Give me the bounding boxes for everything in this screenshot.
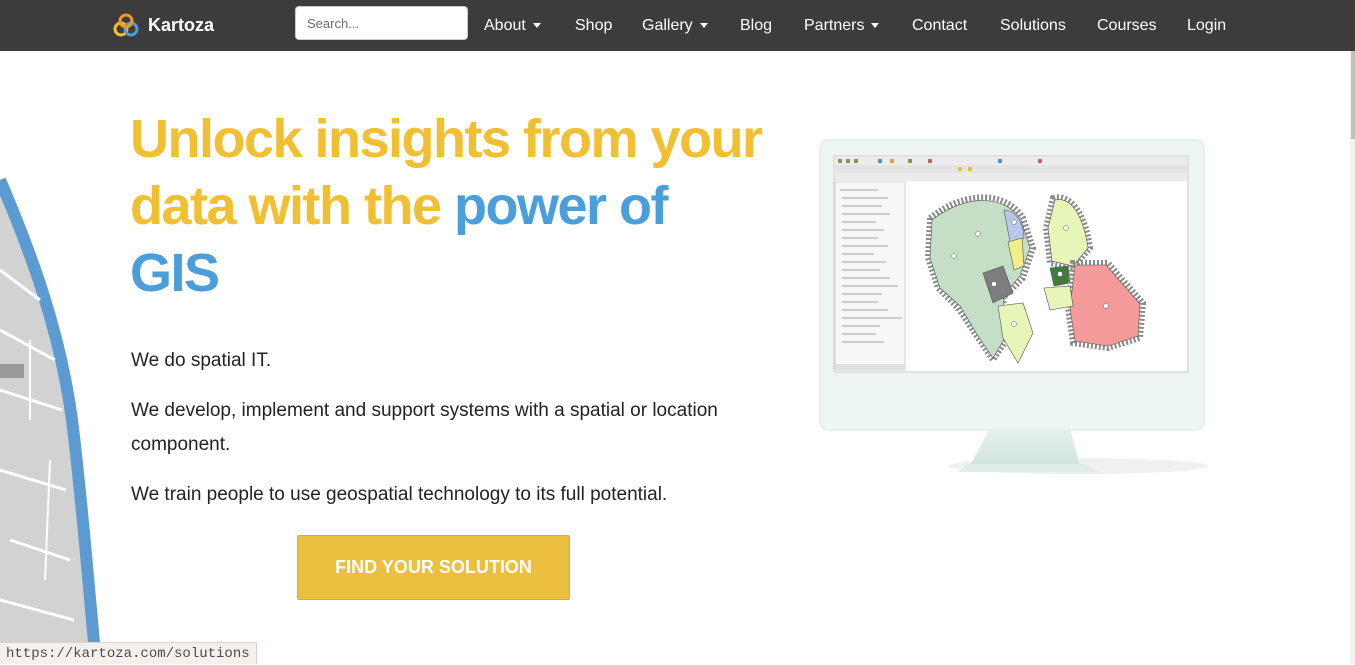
- headline-line-2-yellow: data with the: [130, 176, 455, 236]
- nav-contact-label: Contact: [912, 16, 968, 34]
- hero-paragraph-2: We develop, implement and support system…: [131, 394, 718, 462]
- chevron-down-icon: [699, 23, 708, 28]
- nav-gallery[interactable]: Gallery: [642, 0, 708, 51]
- kartoza-logo-icon: [113, 13, 139, 37]
- chevron-down-icon: [871, 23, 880, 28]
- nav-blog[interactable]: Blog: [740, 0, 772, 51]
- nav-blog-label: Blog: [740, 16, 773, 34]
- scrollbar-thumb[interactable]: [1351, 51, 1355, 139]
- nav-gallery-label: Gallery: [642, 16, 693, 34]
- find-solution-button[interactable]: FIND YOUR SOLUTION: [297, 535, 570, 600]
- nav-shop[interactable]: Shop: [575, 0, 612, 51]
- brand[interactable]: Kartoza: [112, 12, 214, 38]
- map-decoration: [0, 177, 102, 664]
- brand-name: Kartoza: [148, 14, 215, 35]
- nav-about-label: About: [484, 16, 526, 34]
- nav-partners-label: Partners: [804, 16, 865, 34]
- nav-partners[interactable]: Partners: [804, 0, 880, 51]
- page-scrollbar[interactable]: [1350, 51, 1355, 664]
- nav-login-label: Login: [1187, 16, 1227, 34]
- hero-paragraph-3: We train people to use geospatial techno…: [131, 484, 668, 505]
- nav-solutions-label: Solutions: [1000, 16, 1066, 34]
- nav-about[interactable]: About: [484, 0, 541, 51]
- hero-paragraph-1: We do spatial IT.: [131, 350, 272, 371]
- nav-courses[interactable]: Courses: [1097, 0, 1157, 51]
- headline-line-2: data with the power of: [130, 173, 770, 240]
- search-input[interactable]: [295, 6, 468, 40]
- status-bar-url: https://kartoza.com/solutions: [0, 642, 257, 664]
- nav-solutions[interactable]: Solutions: [1000, 0, 1066, 51]
- hero-paragraph-2-line-2: component.: [131, 434, 231, 455]
- hero-headline: Unlock insights from your data with the …: [130, 106, 770, 307]
- nav-contact[interactable]: Contact: [912, 0, 967, 51]
- gis-monitor-image: [819, 139, 1208, 474]
- nav-login[interactable]: Login: [1187, 0, 1226, 51]
- headline-line-1: Unlock insights from your: [130, 109, 763, 169]
- chevron-down-icon: [532, 23, 541, 28]
- headline-line-3: GIS: [130, 243, 220, 303]
- nav-shop-label: Shop: [575, 16, 613, 34]
- navbar: Kartoza About Shop Gallery Blog Partners…: [0, 0, 1355, 51]
- hero-paragraph-2-line-1: We develop, implement and support system…: [131, 400, 718, 421]
- headline-line-2-blue: power of: [454, 176, 669, 236]
- nav-courses-label: Courses: [1097, 16, 1157, 34]
